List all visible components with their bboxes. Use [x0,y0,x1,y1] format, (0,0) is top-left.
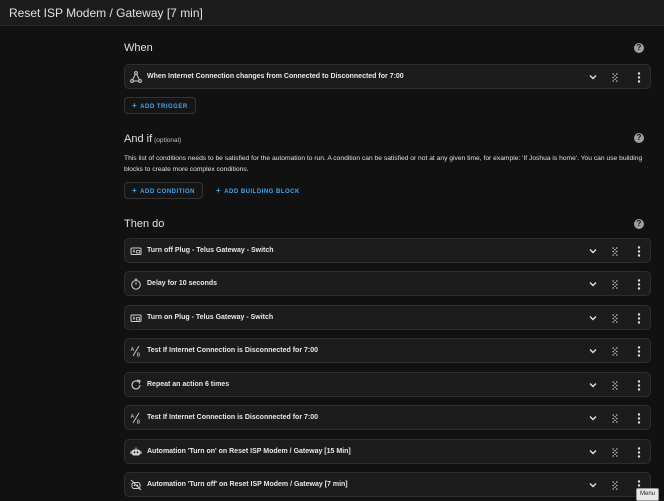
chevron-down-icon[interactable] [589,414,597,422]
drag-handle-icon[interactable] [612,247,618,256]
more-options-icon[interactable] [637,346,641,357]
more-options-icon[interactable] [637,380,641,391]
svg-text:B: B [137,353,141,358]
chevron-down-icon[interactable] [589,280,597,288]
timer-icon [131,278,141,290]
action-row[interactable]: Turn off Plug - Telus Gateway - Switch [124,238,651,263]
device-icon [130,247,142,255]
chevron-down-icon[interactable] [589,314,597,322]
chevron-down-icon[interactable] [589,381,597,389]
and-if-help-icon[interactable]: ? [634,133,644,143]
top-app-bar: Reset ISP Modem / Gateway [7 min] [0,0,664,26]
drag-handle-icon[interactable] [612,414,618,423]
chevron-down-icon[interactable] [589,347,597,355]
action-label: Repeat an action 6 times [147,381,230,388]
action-row[interactable]: Turn on Plug - Telus Gateway - Switch [124,305,651,330]
chevron-down-icon[interactable] [589,73,597,81]
action-label: Turn on Plug - Telus Gateway - Switch [147,314,274,321]
drag-handle-icon[interactable] [612,448,618,457]
drag-handle-icon[interactable] [612,314,618,323]
when-help-icon[interactable]: ? [634,43,644,53]
more-options-icon[interactable] [637,246,641,257]
condition-icon: AB [131,412,141,425]
svg-text:A: A [131,347,135,353]
more-options-icon[interactable] [637,72,641,83]
action-label: Delay for 10 seconds [147,280,218,287]
action-label: Test If Internet Connection is Disconnec… [147,414,319,421]
page-title: Reset ISP Modem / Gateway [7 min] [9,6,203,20]
refresh-icon [131,379,141,390]
action-row[interactable]: Automation 'Turn off' on Reset ISP Modem… [124,472,651,497]
trigger-row[interactable]: When Internet Connection changes from Co… [124,64,651,89]
conditions-description: This list of conditions needs to be sati… [124,155,643,173]
plus-icon: + [216,186,222,195]
add-trigger-button[interactable]: + ADD TRIGGER [124,97,196,114]
condition-icon: AB [131,345,141,358]
drag-handle-icon[interactable] [612,73,618,82]
action-row[interactable]: Repeat an action 6 times [124,372,651,397]
more-options-icon[interactable] [637,447,641,458]
svg-text:B: B [137,420,141,425]
then-do-section-title: Then do [124,218,165,230]
action-row[interactable]: Delay for 10 seconds [124,271,651,296]
drag-handle-icon[interactable] [612,481,618,490]
action-row[interactable]: Automation 'Turn on' on Reset ISP Modem … [124,439,651,464]
more-options-icon[interactable] [637,279,641,290]
chevron-down-icon[interactable] [589,448,597,456]
then-do-help-icon[interactable]: ? [634,219,644,229]
menu-tooltip: Menu [636,488,660,501]
action-label: Automation 'Turn on' on Reset ISP Modem … [147,448,351,455]
more-options-icon[interactable] [637,313,641,324]
device-icon [130,314,142,322]
drag-handle-icon[interactable] [612,347,618,356]
action-label: Automation 'Turn off' on Reset ISP Modem… [147,481,348,488]
svg-text:A: A [131,414,135,420]
plus-icon: + [132,186,138,195]
robot-icon [130,447,142,456]
drag-handle-icon[interactable] [612,381,618,390]
action-row[interactable]: A B Test If Internet Connection is Disconn… [124,338,651,363]
robot-off-icon [130,479,142,491]
add-building-block-button[interactable]: + ADD BUILDING BLOCK [208,182,308,199]
action-row[interactable]: A B Test If Internet Connection is Disconn… [124,405,651,430]
plus-icon: + [132,101,138,110]
chevron-down-icon[interactable] [589,247,597,255]
and-if-section-title: And if (optional) [124,133,182,145]
more-options-icon[interactable] [637,413,641,424]
trigger-label: When Internet Connection changes from Co… [147,73,404,80]
when-section-title: When [124,42,153,54]
action-label: Turn off Plug - Telus Gateway - Switch [147,247,274,254]
chevron-down-icon[interactable] [589,481,597,489]
drag-handle-icon[interactable] [612,280,618,289]
add-condition-button[interactable]: + ADD CONDITION [124,182,204,199]
action-label: Test If Internet Connection is Disconnec… [147,347,319,354]
trigger-icon [130,71,142,83]
